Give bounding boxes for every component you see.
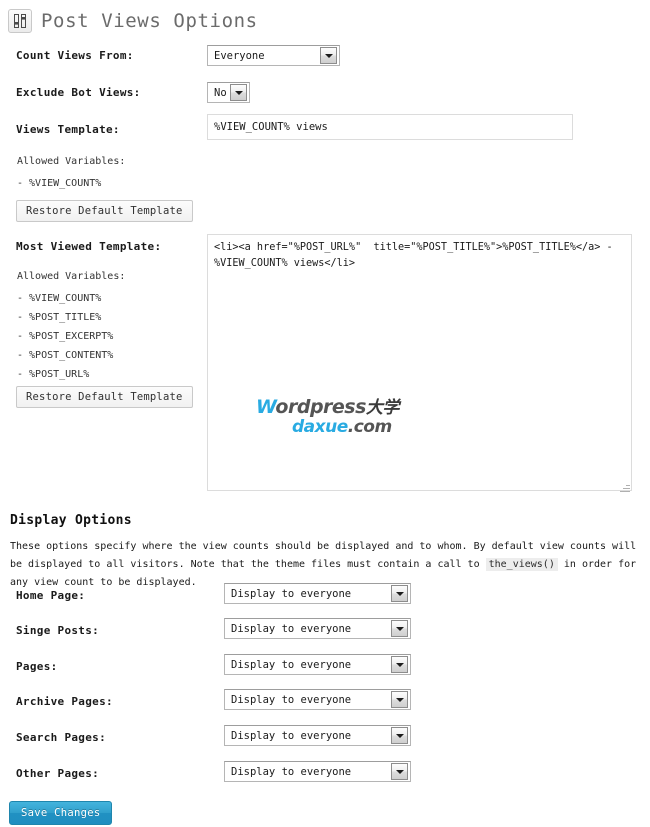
chevron-down-icon[interactable]: [230, 84, 247, 101]
exclude-bot-views-select[interactable]: No: [207, 82, 250, 103]
allowed-variables-heading: Allowed Variables:: [17, 271, 126, 282]
allowed-variable-item: - %POST_TITLE%: [17, 312, 102, 323]
search-pages-label: Search Pages:: [16, 731, 106, 744]
field-count-views-from: Count Views From:: [16, 46, 134, 62]
home-page-select[interactable]: Display to everyone: [224, 583, 411, 604]
field-views-template: Views Template:: [16, 120, 120, 136]
chevron-down-icon[interactable]: [391, 656, 408, 673]
other-pages-label: Other Pages:: [16, 767, 100, 780]
display-row-archive-pages: Archive Pages:: [16, 692, 113, 708]
display-row-other-pages: Other Pages:: [16, 764, 99, 780]
archive-pages-value: Display to everyone: [231, 693, 352, 706]
save-changes-button[interactable]: Save Changes: [9, 801, 113, 825]
field-exclude-bot-views: Exclude Bot Views:: [16, 83, 141, 99]
display-row-home-page: Home Page:: [16, 586, 85, 602]
allowed-variable-item: - %POST_CONTENT%: [17, 350, 114, 361]
most-viewed-template-textarea-wrap: <li><a href="%POST_URL%" title="%POST_TI…: [207, 234, 632, 495]
allowed-variable-item: - %POST_URL%: [17, 369, 90, 380]
home-page-value: Display to everyone: [231, 587, 352, 600]
chevron-down-icon[interactable]: [391, 585, 408, 602]
allowed-variable-item: - %VIEW_COUNT%: [17, 178, 102, 189]
pages-value: Display to everyone: [231, 658, 352, 671]
chevron-down-icon[interactable]: [320, 47, 337, 64]
display-row-singe-posts: Singe Posts:: [16, 621, 99, 637]
singe-posts-label: Singe Posts:: [16, 624, 100, 637]
search-pages-select[interactable]: Display to everyone: [224, 725, 411, 746]
exclude-bot-views-value: No: [214, 86, 227, 99]
search-pages-value: Display to everyone: [231, 729, 352, 742]
chevron-down-icon[interactable]: [391, 620, 408, 637]
restore-default-template-button-most-viewed[interactable]: Restore Default Template: [16, 386, 193, 408]
archive-pages-label: Archive Pages:: [16, 695, 113, 708]
singe-posts-value: Display to everyone: [231, 622, 352, 635]
pages-select[interactable]: Display to everyone: [224, 654, 411, 675]
pages-label: Pages:: [16, 660, 58, 673]
options-page: Post Views Options Count Views From: Eve…: [0, 0, 650, 827]
exclude-bot-views-label: Exclude Bot Views:: [16, 86, 141, 99]
most-viewed-template-textarea[interactable]: <li><a href="%POST_URL%" title="%POST_TI…: [207, 234, 632, 491]
chevron-down-icon[interactable]: [391, 691, 408, 708]
chevron-down-icon[interactable]: [391, 763, 408, 780]
page-header: Post Views Options: [0, 0, 650, 36]
allowed-variable-item: - %VIEW_COUNT%: [17, 293, 102, 304]
singe-posts-select[interactable]: Display to everyone: [224, 618, 411, 639]
count-views-from-select[interactable]: Everyone: [207, 45, 340, 66]
display-row-pages: Pages:: [16, 657, 58, 673]
most-viewed-template-label: Most Viewed Template:: [16, 240, 162, 253]
the-views-code: the_views(): [485, 558, 558, 571]
other-pages-value: Display to everyone: [231, 765, 352, 778]
most-viewed-allowed-variables: Allowed Variables: - %VIEW_COUNT% - %POS…: [17, 268, 125, 385]
allowed-variables-heading: Allowed Variables:: [17, 156, 126, 167]
views-template-allowed-variables: Allowed Variables: - %VIEW_COUNT%: [17, 153, 125, 194]
sliders-icon: [8, 9, 32, 33]
count-views-from-label: Count Views From:: [16, 49, 134, 62]
other-pages-select[interactable]: Display to everyone: [224, 761, 411, 782]
field-most-viewed-template: Most Viewed Template:: [16, 237, 161, 253]
views-template-label: Views Template:: [16, 123, 120, 136]
views-template-input[interactable]: [207, 114, 573, 140]
display-options-title: Display Options: [10, 513, 132, 528]
chevron-down-icon[interactable]: [391, 727, 408, 744]
page-title: Post Views Options: [41, 10, 258, 32]
home-page-label: Home Page:: [16, 589, 86, 602]
count-views-from-value: Everyone: [214, 49, 265, 62]
display-row-search-pages: Search Pages:: [16, 728, 106, 744]
archive-pages-select[interactable]: Display to everyone: [224, 689, 411, 710]
allowed-variable-item: - %POST_EXCERPT%: [17, 331, 114, 342]
restore-default-template-button-views[interactable]: Restore Default Template: [16, 200, 193, 222]
